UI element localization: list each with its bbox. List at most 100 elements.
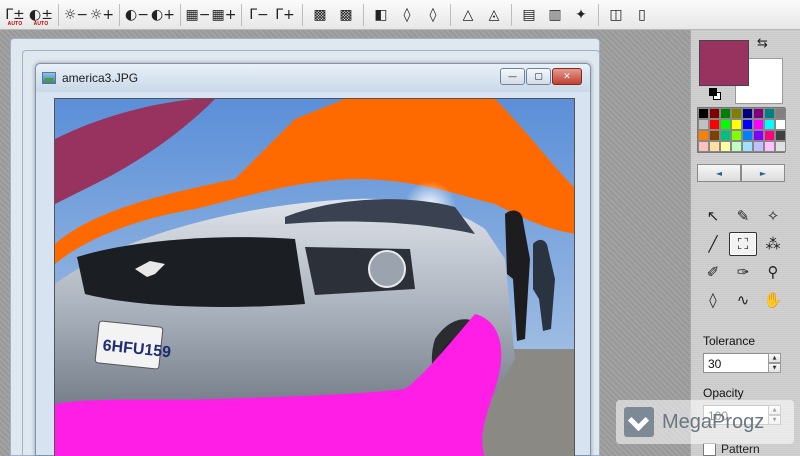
toolbar-separator <box>363 3 364 26</box>
palette-swatch[interactable] <box>742 130 753 141</box>
saturation-minus-icon: ▦− <box>185 6 211 23</box>
effects-button[interactable]: ✦ <box>568 2 594 28</box>
stamp-icon[interactable]: ⚲ <box>759 260 787 284</box>
brush-plus-icon[interactable]: ✑ <box>729 260 757 284</box>
color-selector: ⇆ <box>697 36 789 104</box>
pointer-icon[interactable]: ↖ <box>699 204 727 228</box>
palette-swatch[interactable] <box>720 130 731 141</box>
tolerance-spinner[interactable]: ▲ ▼ <box>768 353 781 373</box>
grayscale-button[interactable]: ◧ <box>368 2 394 28</box>
close-button[interactable]: ✕ <box>552 68 582 85</box>
contrast-auto-button[interactable]: ◐± AUTO <box>28 2 54 28</box>
palette-swatch[interactable] <box>731 108 742 119</box>
palette-swatch[interactable] <box>775 130 786 141</box>
pattern-checkbox[interactable] <box>703 442 716 456</box>
hand-icon[interactable]: ✋ <box>759 288 787 312</box>
brightness-minus-button[interactable]: ☼− <box>63 2 89 28</box>
levels-auto-icon: Γ± <box>5 6 25 23</box>
smudge-icon[interactable]: ∿ <box>729 288 757 312</box>
saturation-plus-icon: ▦+ <box>211 6 237 23</box>
sepia-button[interactable]: △ <box>455 2 481 28</box>
palette-swatch[interactable] <box>742 108 753 119</box>
palette-swatch[interactable] <box>753 141 764 152</box>
palette-prev-button[interactable]: ◄ <box>697 164 741 182</box>
tolerance-down-button[interactable]: ▼ <box>768 363 781 373</box>
palette-next-button[interactable]: ► <box>741 164 785 182</box>
drop-outline-button[interactable]: ◊ <box>420 2 446 28</box>
maximize-button[interactable]: ▢ <box>526 68 551 85</box>
palette-swatch[interactable] <box>742 119 753 130</box>
compare-button[interactable]: ◫ <box>603 2 629 28</box>
photo-image: 6HFU159 <box>55 99 574 456</box>
sharpen-icon: ▩ <box>339 6 353 23</box>
palette-swatch[interactable] <box>698 108 709 119</box>
document-titlebar[interactable]: america3.JPG — ▢ ✕ <box>36 64 590 92</box>
tools-panel: ⇆ ◄ ► ↖ ✎ ✧ ╱ ⛶ ⁂ ✐ ✑ ⚲ ◊ ∿ ✋ Tolerance 30 ▲ ▼ Opac… <box>690 30 800 456</box>
contrast-plus-icon: ◐+ <box>151 6 175 23</box>
watermark-text: MegaProgz <box>662 410 765 433</box>
brush-icon[interactable]: ✐ <box>699 260 727 284</box>
palette-swatch[interactable] <box>731 130 742 141</box>
window-controls: — ▢ ✕ <box>500 68 582 85</box>
palette-swatch[interactable] <box>720 119 731 130</box>
palette-swatch[interactable] <box>709 119 720 130</box>
palette-swatch[interactable] <box>731 119 742 130</box>
line-icon[interactable]: ╱ <box>699 232 727 256</box>
palette-swatch[interactable] <box>709 141 720 152</box>
pattern-option[interactable]: Pattern <box>703 442 760 456</box>
paint-bucket-icon[interactable]: ⛶ <box>729 232 757 256</box>
sharpen-button[interactable]: ▩ <box>333 2 359 28</box>
palette-swatch[interactable] <box>764 130 775 141</box>
gamma-plus-button[interactable]: Γ+ <box>272 2 298 28</box>
gamma-minus-icon: Γ− <box>249 6 269 23</box>
blur-button[interactable]: ▩ <box>307 2 333 28</box>
palette-swatch[interactable] <box>753 108 764 119</box>
contrast-minus-button[interactable]: ◐− <box>124 2 150 28</box>
magic-wand-icon[interactable]: ✧ <box>759 204 787 228</box>
palette-swatch[interactable] <box>698 141 709 152</box>
color-balance-button[interactable]: ▤ <box>516 2 542 28</box>
palette-swatch[interactable] <box>720 108 731 119</box>
palette-swatch[interactable] <box>698 119 709 130</box>
hue-button[interactable]: ▥ <box>542 2 568 28</box>
contrast-plus-button[interactable]: ◐+ <box>150 2 176 28</box>
invert-button[interactable]: ◬ <box>481 2 507 28</box>
tolerance-input[interactable]: 30 <box>703 353 769 373</box>
palette-swatch[interactable] <box>698 130 709 141</box>
minimize-button[interactable]: — <box>500 68 525 85</box>
eyedropper-icon[interactable]: ✎ <box>729 204 757 228</box>
reset-colors-icon[interactable] <box>709 88 723 102</box>
document-window[interactable]: america3.JPG — ▢ ✕ 6HFU159 <box>35 63 591 456</box>
levels-auto-button[interactable]: Γ± AUTO <box>2 2 28 28</box>
palette-swatch[interactable] <box>775 108 786 119</box>
opacity-label: Opacity <box>703 386 744 400</box>
hue-icon: ▥ <box>548 6 562 23</box>
palette-swatch[interactable] <box>709 130 720 141</box>
palette-swatch[interactable] <box>731 141 742 152</box>
palette-swatch[interactable] <box>775 141 786 152</box>
workspace: america3.JPG — ▢ ✕ 6HFU159 <box>0 30 690 456</box>
palette-swatch[interactable] <box>742 141 753 152</box>
palette-swatch[interactable] <box>720 141 731 152</box>
tolerance-up-button[interactable]: ▲ <box>768 353 781 363</box>
palette-swatch[interactable] <box>753 130 764 141</box>
palette-swatch[interactable] <box>764 119 775 130</box>
image-file-icon <box>42 72 56 84</box>
foreground-color-swatch[interactable] <box>699 40 749 86</box>
image-canvas[interactable]: 6HFU159 <box>54 98 575 456</box>
brightness-plus-button[interactable]: ☼+ <box>89 2 115 28</box>
palette-swatch[interactable] <box>753 119 764 130</box>
drop-button[interactable]: ◊ <box>394 2 420 28</box>
palette-swatch[interactable] <box>764 141 775 152</box>
swap-colors-icon[interactable]: ⇆ <box>757 36 768 51</box>
palette-swatch[interactable] <box>764 108 775 119</box>
palette-swatch[interactable] <box>775 119 786 130</box>
side-by-side-button[interactable]: ▯ <box>629 2 655 28</box>
saturation-plus-button[interactable]: ▦+ <box>211 2 237 28</box>
saturation-minus-button[interactable]: ▦− <box>185 2 211 28</box>
drop-tool-icon[interactable]: ◊ <box>699 288 727 312</box>
palette-swatch[interactable] <box>709 108 720 119</box>
spray-icon[interactable]: ⁂ <box>759 232 787 256</box>
gamma-minus-button[interactable]: Γ− <box>246 2 272 28</box>
auto-label: AUTO <box>7 20 23 27</box>
